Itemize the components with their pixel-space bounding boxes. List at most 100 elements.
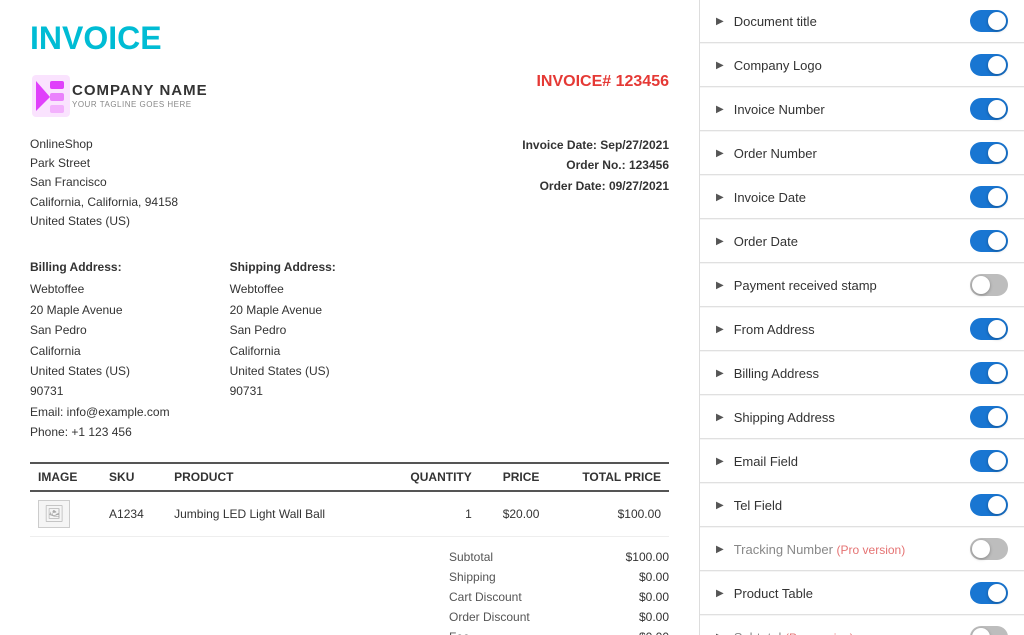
billing-zip: 90731 <box>30 381 170 401</box>
arrow-icon-order-date[interactable]: ▶ <box>716 236 724 247</box>
arrow-icon-billing-address[interactable]: ▶ <box>716 368 724 379</box>
settings-item-from-address[interactable]: ▶From Address <box>700 308 1024 351</box>
shipping-value: $0.00 <box>639 570 669 584</box>
invoice-number: INVOICE# 123456 <box>536 73 669 91</box>
arrow-icon-document-title[interactable]: ▶ <box>716 16 724 27</box>
settings-item-order-number[interactable]: ▶Order Number <box>700 132 1024 175</box>
toggle-slider-subtotal-pro[interactable] <box>970 626 1008 635</box>
arrow-icon-invoice-date[interactable]: ▶ <box>716 192 724 203</box>
cell-price: $20.00 <box>480 491 548 537</box>
table-row: 🖼 A1234 Jumbing LED Light Wall Ball 1 $2… <box>30 491 669 537</box>
settings-item-email-field[interactable]: ▶Email Field <box>700 440 1024 483</box>
arrow-icon-shipping-address[interactable]: ▶ <box>716 412 724 423</box>
totals-section: Subtotal $100.00 Shipping $0.00 Cart Dis… <box>30 547 669 635</box>
settings-item-tel-field[interactable]: ▶Tel Field <box>700 484 1024 527</box>
sender-info: OnlineShop Park Street San Francisco Cal… <box>30 135 178 231</box>
settings-item-document-title[interactable]: ▶Document title <box>700 0 1024 43</box>
toggle-from-address[interactable] <box>970 318 1008 340</box>
arrow-icon-subtotal-pro[interactable]: ▶ <box>716 632 724 635</box>
fee-value: $0.00 <box>639 630 669 635</box>
settings-item-product-table[interactable]: ▶Product Table <box>700 572 1024 615</box>
toggle-slider-invoice-date[interactable] <box>970 186 1008 208</box>
settings-item-subtotal-pro[interactable]: ▶Subtotal (Pro version) <box>700 616 1024 635</box>
toggle-slider-billing-address[interactable] <box>970 362 1008 384</box>
settings-item-order-date[interactable]: ▶ Order Date <box>700 220 1024 263</box>
cell-quantity: 1 <box>380 491 479 537</box>
toggle-order-date[interactable] <box>970 230 1008 252</box>
toggle-slider-shipping-address[interactable] <box>970 406 1008 428</box>
toggle-tracking-number[interactable] <box>970 538 1008 560</box>
settings-item-company-logo[interactable]: ▶Company Logo <box>700 44 1024 87</box>
arrow-icon-company-logo[interactable]: ▶ <box>716 60 724 71</box>
arrow-icon-tracking-number[interactable]: ▶ <box>716 544 724 555</box>
settings-label-shipping-address: Shipping Address <box>734 410 970 425</box>
toggle-subtotal-pro[interactable] <box>970 626 1008 635</box>
settings-item-billing-address[interactable]: ▶ Billing Address <box>700 352 1024 395</box>
invoice-panel: INVOICE COMPANY NAME YOUR TAGLINE GOES H… <box>0 0 700 635</box>
arrow-icon-invoice-number[interactable]: ▶ <box>716 104 724 115</box>
toggle-company-logo[interactable] <box>970 54 1008 76</box>
settings-item-shipping-address[interactable]: ▶ Shipping Address <box>700 396 1024 439</box>
pro-tag: (Pro version) <box>837 543 906 557</box>
toggle-invoice-number[interactable] <box>970 98 1008 120</box>
shipping-country: United States (US) <box>230 361 336 381</box>
shipping-row: Shipping $0.00 <box>449 567 669 587</box>
toggle-payment-received-stamp[interactable] <box>970 274 1008 296</box>
billing-heading: Billing Address: <box>30 257 170 277</box>
arrow-icon-product-table[interactable]: ▶ <box>716 588 724 599</box>
image-placeholder: 🖼 <box>38 500 70 528</box>
toggle-slider-tracking-number[interactable] <box>970 538 1008 560</box>
toggle-invoice-date[interactable] <box>970 186 1008 208</box>
subtotal-label: Subtotal <box>449 550 493 564</box>
addresses: Billing Address: Webtoffee 20 Maple Aven… <box>30 257 669 443</box>
toggle-slider-order-date[interactable] <box>970 230 1008 252</box>
arrow-icon-email-field[interactable]: ▶ <box>716 456 724 467</box>
sender-line4: California, California, 94158 <box>30 193 178 212</box>
shipping-address1: 20 Maple Avenue <box>230 300 336 320</box>
toggle-slider-payment-received-stamp[interactable] <box>970 274 1008 296</box>
toggle-slider-from-address[interactable] <box>970 318 1008 340</box>
billing-city: San Pedro <box>30 320 170 340</box>
billing-address-block: Billing Address: Webtoffee 20 Maple Aven… <box>30 257 170 443</box>
toggle-slider-document-title[interactable] <box>970 10 1008 32</box>
arrow-icon-tel-field[interactable]: ▶ <box>716 500 724 511</box>
invoice-date-value: Sep/27/2021 <box>600 138 669 152</box>
toggle-shipping-address[interactable] <box>970 406 1008 428</box>
toggle-slider-product-table[interactable] <box>970 582 1008 604</box>
order-no-row: Order No.: 123456 <box>522 155 669 175</box>
toggle-slider-company-logo[interactable] <box>970 54 1008 76</box>
toggle-tel-field[interactable] <box>970 494 1008 516</box>
toggle-email-field[interactable] <box>970 450 1008 472</box>
col-product: PRODUCT <box>166 463 380 491</box>
toggle-slider-invoice-number[interactable] <box>970 98 1008 120</box>
settings-label-order-date: Order Date <box>734 234 970 249</box>
settings-label-billing-address: Billing Address <box>734 366 970 381</box>
toggle-product-table[interactable] <box>970 582 1008 604</box>
billing-state: California <box>30 341 170 361</box>
order-no-label: Order No.: <box>566 158 625 172</box>
toggle-billing-address[interactable] <box>970 362 1008 384</box>
arrow-icon-payment-received-stamp[interactable]: ▶ <box>716 280 724 291</box>
settings-item-tracking-number[interactable]: ▶Tracking Number (Pro version) <box>700 528 1024 571</box>
cart-discount-label: Cart Discount <box>449 590 522 604</box>
cart-discount-row: Cart Discount $0.00 <box>449 587 669 607</box>
col-sku: SKU <box>101 463 166 491</box>
shipping-heading: Shipping Address: <box>230 257 336 277</box>
toggle-slider-tel-field[interactable] <box>970 494 1008 516</box>
order-date-row: Order Date: 09/27/2021 <box>522 176 669 196</box>
cell-total: $100.00 <box>547 491 669 537</box>
toggle-slider-email-field[interactable] <box>970 450 1008 472</box>
toggle-slider-order-number[interactable] <box>970 142 1008 164</box>
toggle-document-title[interactable] <box>970 10 1008 32</box>
settings-item-invoice-date[interactable]: ▶Invoice Date <box>700 176 1024 219</box>
billing-name: Webtoffee <box>30 279 170 299</box>
settings-item-payment-received-stamp[interactable]: ▶Payment received stamp <box>700 264 1024 307</box>
arrow-icon-order-number[interactable]: ▶ <box>716 148 724 159</box>
shipping-label: Shipping <box>449 570 496 584</box>
arrow-icon-from-address[interactable]: ▶ <box>716 324 724 335</box>
toggle-order-number[interactable] <box>970 142 1008 164</box>
order-no-value: 123456 <box>629 158 669 172</box>
totals-table: Subtotal $100.00 Shipping $0.00 Cart Dis… <box>449 547 669 635</box>
product-table: IMAGE SKU PRODUCT QUANTITY PRICE TOTAL P… <box>30 462 669 537</box>
settings-item-invoice-number[interactable]: ▶Invoice Number <box>700 88 1024 131</box>
